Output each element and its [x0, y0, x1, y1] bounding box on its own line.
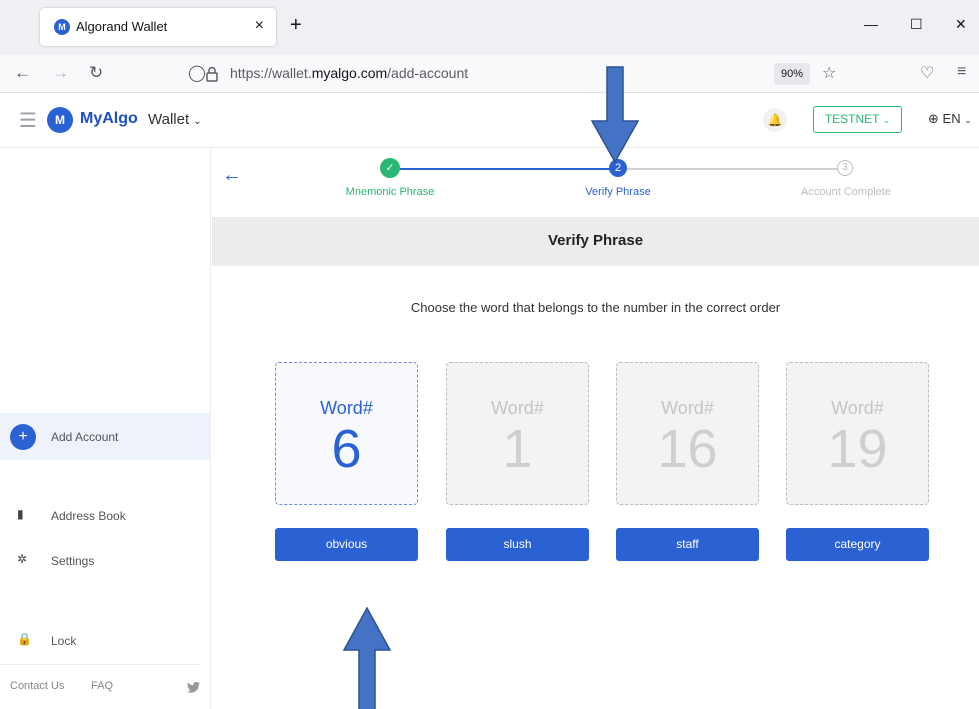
word-slot-card[interactable]: Word# 16 [616, 362, 759, 505]
maximize-icon[interactable]: ☐ [910, 16, 923, 33]
tab-close-icon[interactable]: × [255, 17, 264, 35]
step-connector-pending [612, 168, 840, 170]
url-prefix: https://wallet. [230, 65, 312, 81]
browser-tab[interactable]: M Algorand Wallet × [40, 8, 276, 46]
network-label: TESTNET [824, 112, 880, 126]
plus-icon: + [10, 424, 36, 450]
sidebar: + Add Account ▮ Address Book ✲ Settings … [0, 148, 211, 709]
step-pending-marker: 3 [837, 160, 853, 176]
browser-nav-bar: ← → ↻ ◯ https://wallet.myalgo.com/add-ac… [0, 55, 979, 93]
sidebar-item-settings[interactable]: ✲ Settings [0, 548, 211, 572]
step-label-mnemonic: Mnemonic Phrase [345, 186, 435, 198]
language-label: EN [942, 111, 961, 126]
book-icon: ▮ [17, 507, 24, 521]
word-slot-card[interactable]: Word# 1 [446, 362, 589, 505]
globe-icon: ⊕ [928, 111, 939, 126]
algorand-favicon-icon: M [54, 19, 70, 35]
main-content: ← ✓ Mnemonic Phrase 2 Verify Phrase 3 Ac… [212, 148, 979, 709]
notification-bell-icon[interactable]: 🔔 [763, 108, 787, 132]
word-option-button[interactable]: staff [616, 528, 759, 561]
sidebar-item-label: Lock [51, 634, 77, 648]
app-header: ☰ M MyAlgo Wallet ⌄ 🔔 TESTNET ⌄ ⊕ EN ⌄ [0, 93, 979, 148]
word-slot-label: Word# [831, 398, 884, 418]
bookmark-star-icon[interactable]: ☆ [822, 63, 836, 83]
sidebar-footer: Contact Us FAQ [0, 664, 200, 709]
word-slot-label: Word# [320, 398, 373, 418]
verify-banner: Verify Phrase [212, 217, 979, 266]
back-arrow-icon[interactable]: ← [222, 165, 242, 185]
new-tab-icon[interactable]: + [290, 15, 302, 35]
browser-tab-bar: M Algorand Wallet × + — ☐ ✕ [0, 0, 979, 55]
step-label-verify: Verify Phrase [585, 186, 651, 198]
pocket-icon[interactable]: ♡ [920, 63, 934, 83]
back-icon[interactable]: ← [14, 63, 31, 83]
shield-icon[interactable]: ◯ [188, 63, 206, 83]
word-slot-card[interactable]: Word# 19 [786, 362, 929, 505]
sidebar-item-label: Settings [51, 554, 95, 568]
language-selector[interactable]: ⊕ EN ⌄ [928, 111, 972, 127]
instruction-text: Choose the word that belongs to the numb… [410, 300, 781, 315]
url-suffix: /add-account [387, 65, 469, 81]
sidebar-item-label: Add Account [51, 430, 119, 444]
word-slot-number: 19 [827, 419, 888, 479]
gear-icon: ✲ [17, 552, 28, 566]
zoom-level[interactable]: 90% [774, 63, 810, 85]
annotation-arrow-down-icon [590, 66, 640, 164]
minimize-icon[interactable]: — [864, 16, 878, 32]
screen: M Algorand Wallet × + — ☐ ✕ ← → ↻ ◯ http… [0, 0, 979, 709]
word-slot-number: 16 [657, 419, 718, 479]
page-title: Verify Phrase [547, 232, 644, 249]
faq-link[interactable]: FAQ [91, 680, 113, 692]
padlock-icon: 🔒 [17, 632, 32, 646]
chevron-down-icon: ⌄ [882, 115, 891, 125]
step-done-check-icon: ✓ [380, 158, 400, 178]
myalgo-logo-icon: M [47, 107, 73, 133]
sidebar-item-label: Address Book [51, 509, 126, 523]
annotation-arrow-up-icon [342, 606, 392, 709]
chevron-down-icon: ⌄ [193, 116, 202, 127]
url-domain: myalgo.com [311, 65, 388, 81]
hamburger-menu-icon[interactable]: ☰ [19, 111, 37, 131]
word-option-button[interactable]: slush [446, 528, 589, 561]
word-slot-number: 1 [502, 419, 533, 479]
menu-icon[interactable]: ≡ [957, 63, 966, 81]
word-slot-label: Word# [491, 398, 544, 418]
wallet-selector[interactable]: Wallet ⌄ [148, 111, 202, 128]
logo-text: MyAlgo [80, 110, 138, 127]
chevron-down-icon: ⌄ [964, 115, 972, 125]
contact-us-link[interactable]: Contact Us [10, 680, 64, 692]
step-label-account-complete: Account Complete [801, 186, 891, 198]
word-option-button[interactable]: category [786, 528, 929, 561]
lock-icon[interactable] [205, 66, 219, 82]
word-option-button[interactable]: obvious [275, 528, 418, 561]
sidebar-item-lock[interactable]: 🔒 Lock [0, 628, 211, 652]
sidebar-item-address-book[interactable]: ▮ Address Book [0, 503, 211, 527]
wallet-label: Wallet [148, 111, 190, 128]
forward-icon[interactable]: → [52, 63, 69, 83]
tab-title: Algorand Wallet [76, 19, 168, 34]
word-slot-card[interactable]: Word# 6 [275, 362, 418, 505]
word-slot-number: 6 [331, 419, 362, 479]
url-bar[interactable]: https://wallet.myalgo.com/add-account [230, 65, 468, 81]
step-connector-complete [392, 168, 610, 170]
sidebar-item-add-account[interactable]: + Add Account [0, 413, 211, 460]
reload-icon[interactable]: ↻ [89, 63, 103, 83]
word-slot-label: Word# [661, 398, 714, 418]
twitter-icon[interactable] [187, 682, 200, 693]
window-close-icon[interactable]: ✕ [955, 16, 967, 33]
network-selector[interactable]: TESTNET ⌄ [813, 106, 902, 133]
